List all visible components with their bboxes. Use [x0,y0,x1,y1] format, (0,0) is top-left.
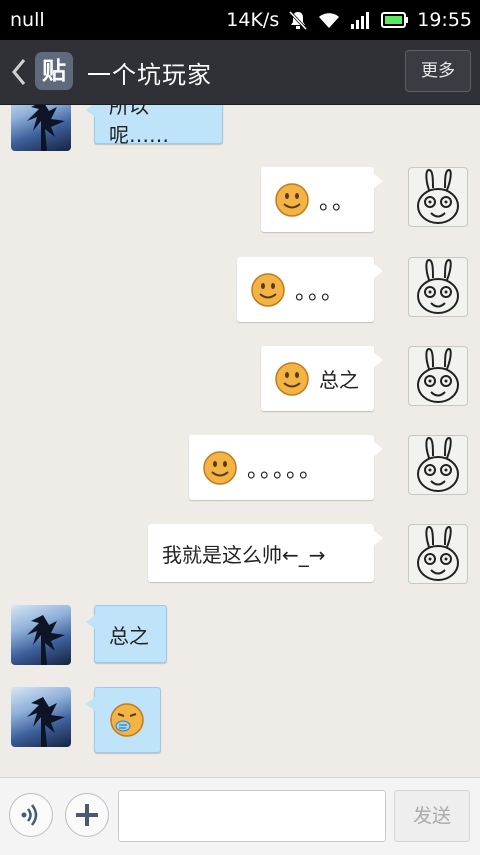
status-bar: null 14K/s 19:55 [0,0,480,40]
tree-silhouette [27,105,65,151]
rabbit-drawing [417,258,459,314]
signal-icon [351,12,370,29]
message-text: 。。。 [295,279,346,305]
message-bubble[interactable]: 我就是这么帅←_→ [148,524,383,582]
rabbit-drawing [417,168,459,224]
smile-emoji-icon [275,361,309,396]
message-input[interactable] [118,790,386,842]
message-bubble[interactable] [86,687,161,753]
tree-silhouette [27,615,65,665]
rabbit-drawing [417,347,459,403]
app-badge: 贴 [35,52,73,90]
message-text: 所以呢…… [109,105,169,147]
message-bubble[interactable]: 所以呢…… [86,105,223,147]
title-bar: 贴 一个坑玩家 更多 [0,40,480,105]
add-attachment-button[interactable] [65,793,109,837]
message-text: 。。 [319,189,357,215]
rabbit-drawing [417,525,459,581]
message-text: 总之 [319,368,359,392]
network-speed: 14K/s [226,9,280,31]
contact-avatar[interactable] [11,605,71,665]
message-bubble[interactable]: 。。 [261,167,383,232]
composer-bar: 发送 [0,777,480,855]
chat-list[interactable]: 所以呢…… 。。 。。。 总之 。。。。。 我就是这么帅←_→ 总之 [0,105,480,777]
more-button[interactable]: 更多 [405,50,471,92]
page-title: 一个坑玩家 [87,61,212,89]
plus-icon [76,804,98,826]
message-text: 我就是这么帅←_→ [162,542,326,567]
sneeze-emoji-icon [110,703,144,737]
mute-icon [289,10,308,31]
my-avatar[interactable] [408,435,468,495]
rabbit-drawing [417,436,459,492]
carrier-name: null [10,9,45,31]
voice-icon [21,804,38,826]
smile-emoji-icon [203,450,237,485]
my-avatar[interactable] [408,257,468,317]
smile-emoji-icon [275,182,309,217]
voice-button[interactable] [9,793,53,837]
message-bubble[interactable]: 总之 [261,346,383,411]
my-avatar[interactable] [408,524,468,584]
tree-silhouette [27,697,65,747]
battery-icon [381,12,409,28]
contact-avatar[interactable] [11,105,71,151]
status-right: 14K/s 19:55 [226,9,472,31]
my-avatar[interactable] [408,167,468,227]
clock: 19:55 [417,9,472,31]
contact-avatar[interactable] [11,687,71,747]
smile-emoji-icon [251,272,285,307]
message-bubble[interactable]: 总之 [86,605,167,663]
chevron-left-icon[interactable] [8,56,30,88]
message-text: 。。。。。 [247,457,324,483]
wifi-icon [319,13,340,28]
send-button[interactable]: 发送 [394,790,470,842]
message-bubble[interactable]: 。。。。。 [189,435,383,500]
my-avatar[interactable] [408,346,468,406]
message-bubble[interactable]: 。。。 [237,257,383,322]
message-text: 总之 [109,623,149,648]
